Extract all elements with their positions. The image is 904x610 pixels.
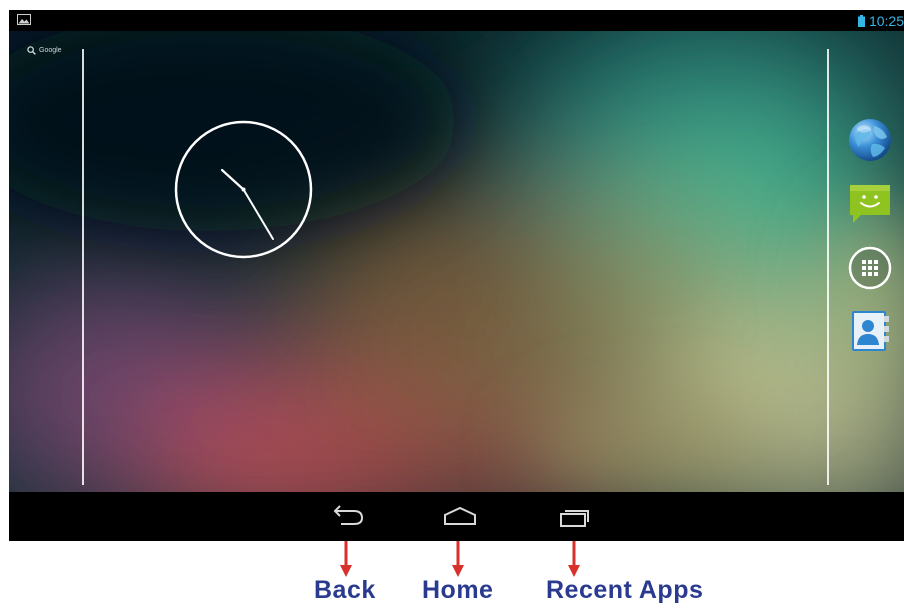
home-house-icon xyxy=(444,506,476,525)
clock-minute-hand xyxy=(242,188,274,240)
back-annotation-label: Back xyxy=(314,576,376,604)
google-search-label: Google xyxy=(39,47,62,54)
gallery-notification-icon[interactable] xyxy=(17,14,31,25)
status-right[interactable]: 10:25 xyxy=(857,12,904,29)
home-button[interactable] xyxy=(442,504,480,530)
analog-clock-widget[interactable] xyxy=(173,119,314,260)
all-apps-icon[interactable] xyxy=(847,245,893,291)
messaging-icon[interactable] xyxy=(847,181,893,227)
clock-center xyxy=(241,187,246,192)
tablet-screen: 10:25 Google xyxy=(9,10,904,541)
google-search-widget[interactable]: Google xyxy=(27,46,62,55)
wallpaper-image xyxy=(9,31,904,492)
browser-icon[interactable] xyxy=(847,117,893,163)
recent-apps-annotation-label: Recent Apps xyxy=(546,576,704,604)
status-time: 10:25 xyxy=(868,12,904,29)
recent-apps-icon xyxy=(560,510,589,527)
status-bar: 10:25 xyxy=(9,10,904,31)
battery-icon xyxy=(857,14,865,27)
back-arrow-icon xyxy=(333,505,364,525)
home-annotation-label: Home xyxy=(422,576,494,604)
contacts-icon[interactable] xyxy=(847,308,893,354)
home-wallpaper: Google xyxy=(9,31,904,492)
page-edge-indicator-left xyxy=(82,49,84,485)
navigation-bar xyxy=(9,492,904,541)
recent-apps-button[interactable] xyxy=(557,504,595,530)
clock-hour-hand xyxy=(220,168,245,191)
search-icon xyxy=(27,46,36,55)
page: 10:25 Google Back Home Recent Apps xyxy=(0,0,904,610)
back-button[interactable] xyxy=(331,504,369,530)
page-edge-indicator-right xyxy=(827,49,829,485)
